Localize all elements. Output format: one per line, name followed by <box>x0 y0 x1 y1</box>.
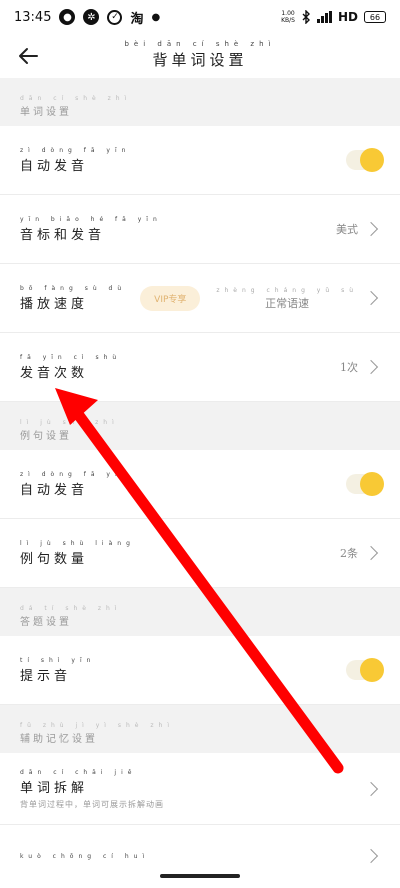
section-header-word: dān cí shè zhì 单词设置 <box>0 78 400 126</box>
chevron-right-icon <box>363 545 379 561</box>
taobao-icon: 淘 <box>130 11 144 27</box>
chevron-right-icon <box>363 848 379 864</box>
status-time: 13:45 <box>14 9 52 25</box>
home-indicator[interactable] <box>160 874 240 878</box>
word-auto-play-toggle[interactable] <box>346 148 384 172</box>
network-type: HD <box>337 10 358 24</box>
status-bar: 13:45 ● ✲ ✓ 淘 ● 1.00 KB/S HD 66 <box>0 0 400 34</box>
row-word-auto-play: zì dòng fā yīn 自动发音 <box>0 126 400 195</box>
chevron-right-icon <box>363 781 379 796</box>
example-auto-play-toggle[interactable] <box>346 472 384 496</box>
battery-icon: 66 <box>364 11 386 23</box>
chevron-right-icon <box>363 221 379 237</box>
row-word-breakdown[interactable]: dān cí chāi jiě 单词拆解 背单词过程中，单词可展示拆解动画 <box>0 753 400 825</box>
chevron-right-icon <box>363 290 379 306</box>
row-subtitle: 背单词过程中，单词可展示拆解动画 <box>20 799 164 809</box>
row-hint-sound: tí shì yīn 提示音 <box>0 636 400 705</box>
net-speed: 1.00 KB/S <box>281 10 295 24</box>
back-button[interactable] <box>14 42 42 70</box>
swirl-app-icon: ✲ <box>83 9 100 25</box>
notification-dot-icon: ● <box>151 11 161 23</box>
row-play-count[interactable]: fā yīn cì shù 发音次数 1次 <box>0 333 400 402</box>
arrow-left-icon <box>19 48 38 64</box>
row-example-count[interactable]: lì jù shù liàng 例句数量 2条 <box>0 519 400 588</box>
settings-list: dān cí shè zhì 单词设置 zì dòng fā yīn 自动发音 y… <box>0 78 400 865</box>
section-header-example: lì jù shè zhì 例句设置 <box>0 402 400 450</box>
vip-badge: VIP专享 <box>140 285 201 311</box>
section-header-answer: dá tí shè zhì 答题设置 <box>0 588 400 636</box>
row-partial[interactable]: kuò chōng cí huì <box>0 825 400 865</box>
check-circle-icon: ✓ <box>107 9 123 25</box>
hint-sound-toggle[interactable] <box>346 658 384 682</box>
page-title-pinyin: bèi dān cí shè zhì <box>124 40 276 48</box>
row-phonetic[interactable]: yīn biāo hé fā yīn 音标和发音 美式 <box>0 195 400 264</box>
section-header-memory: fǔ zhù jì yì shè zhì 辅助记忆设置 <box>0 705 400 753</box>
row-example-auto-play: zì dòng fā yīn 自动发音 <box>0 450 400 519</box>
chat-bubble-icon: ● <box>59 9 76 25</box>
chevron-right-icon <box>363 359 379 375</box>
row-play-speed[interactable]: bō fàng sù dù 播放速度 VIP专享 zhèng cháng yǔ s… <box>0 264 400 333</box>
page-title: bèi dān cí shè zhì 背单词设置 <box>124 40 276 69</box>
header: bèi dān cí shè zhì 背单词设置 <box>0 34 400 76</box>
bluetooth-icon <box>302 10 310 24</box>
signal-icon <box>316 11 332 23</box>
